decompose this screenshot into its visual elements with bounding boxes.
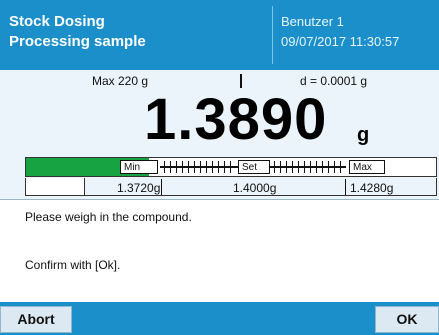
lower-limit-tick <box>161 179 162 195</box>
weight-unit: g <box>357 124 370 146</box>
status-info: Benutzer 1 09/07/2017 11:30:57 <box>281 12 431 52</box>
ok-button[interactable]: OK <box>375 306 439 333</box>
abort-button[interactable]: Abort <box>0 306 72 333</box>
target-value: 1.4000g <box>233 181 277 195</box>
tolerance-bar: Min Set Max 1.3720g 1.4000g 1.4280g <box>0 155 439 199</box>
weight-display: Max 220 g d = 0.0001 g 1.3890 g <box>0 70 439 155</box>
min-marker: Min <box>120 160 158 174</box>
max-marker: Max <box>349 160 385 174</box>
user-name: Benutzer 1 <box>281 14 344 29</box>
weight-value: 1.3890 <box>144 87 328 152</box>
lower-limit-value: 1.3720g <box>117 181 161 195</box>
softkey-bar: Abort OK <box>0 302 439 335</box>
tolerance-ticks-upper <box>274 161 344 173</box>
instruction-text: Please weigh in the compound. <box>25 210 192 224</box>
task-title: Stock Dosing Processing sample <box>9 12 269 52</box>
upper-limit-value: 1.4280g <box>350 181 394 195</box>
date-time: 09/07/2017 11:30:57 <box>281 34 400 49</box>
upper-limit-tick <box>345 179 346 195</box>
instruction-panel: Please weigh in the compound. Confirm wi… <box>0 199 439 303</box>
set-marker: Set <box>238 160 270 174</box>
title-line-1: Stock Dosing <box>9 13 105 30</box>
capacity-label: Max 220 g <box>92 74 149 88</box>
scale-empty-box <box>25 178 85 196</box>
header-bar: Stock Dosing Processing sample Benutzer … <box>0 0 439 70</box>
tolerance-ticks-lower <box>164 161 234 173</box>
confirm-hint: Confirm with [Ok]. <box>25 258 121 272</box>
title-line-2: Processing sample <box>9 33 146 50</box>
stock-dosing-screen: Stock Dosing Processing sample Benutzer … <box>0 0 439 335</box>
header-divider <box>272 6 273 64</box>
